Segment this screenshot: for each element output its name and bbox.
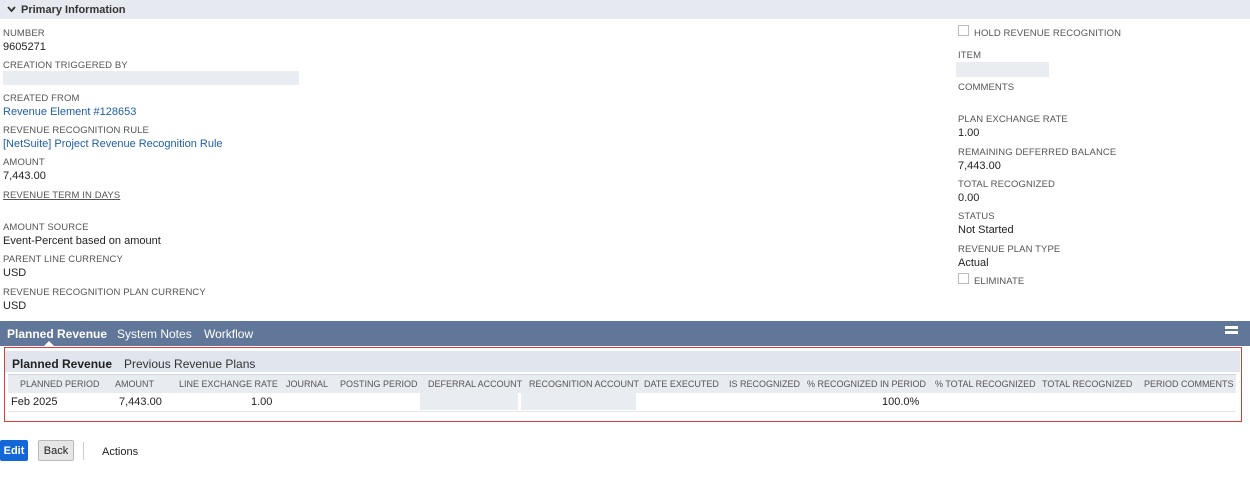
number-label: NUMBER: [3, 28, 45, 39]
primary-information-header[interactable]: Primary Information: [0, 0, 1250, 19]
remaining-deferred-balance-value: 7,443.00: [958, 160, 1001, 172]
hold-revenue-recognition-label: HOLD REVENUE RECOGNITION: [974, 28, 1122, 39]
col-date-executed[interactable]: DATE EXECUTED: [644, 379, 719, 389]
col-period-comments[interactable]: PERIOD COMMENTS: [1144, 379, 1234, 389]
status-label: STATUS: [958, 211, 995, 222]
col-journal[interactable]: JOURNAL: [286, 379, 328, 389]
field-total-recognized: TOTAL RECOGNIZED 0.00: [958, 179, 1055, 205]
col-recognition-account[interactable]: RECOGNITION ACCOUNT: [529, 379, 639, 389]
col-pct-total-recognized[interactable]: % TOTAL RECOGNIZED: [935, 379, 1036, 389]
revenue-recognition-rule-link[interactable]: [NetSuite] Project Revenue Recognition R…: [3, 137, 223, 151]
sublist-subtabs: Planned Revenue • Previous Revenue Plans: [5, 351, 1240, 372]
amount-source-label: AMOUNT SOURCE: [3, 222, 89, 233]
revenue-plan-type-value: Actual: [958, 257, 989, 269]
button-separator: [83, 442, 84, 460]
field-plan-exchange-rate: PLAN EXCHANGE RATE 1.00: [958, 114, 1068, 140]
col-line-exchange-rate[interactable]: LINE EXCHANGE RATE: [179, 379, 278, 389]
table-header: PLANNED PERIOD AMOUNT LINE EXCHANGE RATE…: [8, 374, 1236, 394]
field-amount: AMOUNT 7,443.00: [3, 157, 46, 183]
tab-system-notes[interactable]: System Notes: [117, 327, 192, 341]
hold-revenue-recognition-checkbox[interactable]: [958, 25, 969, 36]
field-created-from: CREATED FROM Revenue Element #128653: [3, 93, 136, 119]
field-remaining-deferred-balance: REMAINING DEFERRED BALANCE 7,443.00: [958, 147, 1116, 173]
amount-source-value: Event-Percent based on amount: [3, 235, 161, 247]
col-deferral-account[interactable]: DEFERRAL ACCOUNT: [428, 379, 522, 389]
col-total-recognized[interactable]: TOTAL RECOGNIZED: [1042, 379, 1132, 389]
item-redacted: [956, 62, 1049, 77]
section-title: Primary Information: [21, 3, 126, 16]
col-posting-period[interactable]: POSTING PERIOD: [340, 379, 418, 389]
field-revenue-recognition-rule: REVENUE RECOGNITION RULE [NetSuite] Proj…: [3, 125, 223, 151]
field-comments: COMMENTS: [958, 82, 1014, 94]
field-plan-currency: REVENUE RECOGNITION PLAN CURRENCY USD: [3, 287, 206, 313]
actions-menu[interactable]: Actions: [102, 446, 138, 458]
cell-planned-period: Feb 2025: [11, 396, 58, 408]
subtab-previous-revenue-plans[interactable]: Previous Revenue Plans: [124, 357, 255, 371]
revenue-recognition-rule-label: REVENUE RECOGNITION RULE: [3, 125, 149, 136]
field-status: STATUS Not Started: [958, 211, 1014, 237]
cell-deferral-account-redacted: [420, 393, 518, 410]
plan-exchange-rate-label: PLAN EXCHANGE RATE: [958, 114, 1068, 125]
parent-line-currency-value: USD: [3, 267, 27, 279]
plan-currency-value: USD: [3, 300, 27, 312]
subtab-bullet: •: [106, 359, 110, 369]
field-amount-source: AMOUNT SOURCE Event-Percent based on amo…: [3, 222, 161, 248]
total-recognized-label: TOTAL RECOGNIZED: [958, 179, 1055, 190]
cell-amount: 7,443.00: [119, 396, 162, 408]
col-is-recognized[interactable]: IS RECOGNIZED: [729, 379, 800, 389]
number-value: 9605271: [3, 41, 46, 53]
eliminate-label: ELIMINATE: [974, 276, 1025, 287]
table-row[interactable]: Feb 2025 7,443.00 1.00 100.0%: [8, 393, 1236, 412]
amount-label: AMOUNT: [3, 157, 45, 168]
field-number: NUMBER 9605271: [3, 28, 46, 54]
remaining-deferred-balance-label: REMAINING DEFERRED BALANCE: [958, 147, 1117, 158]
planned-revenue-sublist: Planned Revenue • Previous Revenue Plans…: [4, 347, 1242, 422]
field-revenue-plan-type: REVENUE PLAN TYPE Actual: [958, 244, 1060, 270]
field-item: ITEM: [958, 50, 981, 62]
revenue-plan-type-label: REVENUE PLAN TYPE: [958, 244, 1061, 255]
created-from-link[interactable]: Revenue Element #128653: [3, 105, 136, 119]
plan-exchange-rate-value: 1.00: [958, 127, 980, 139]
back-button[interactable]: Back: [38, 440, 74, 461]
tab-workflow[interactable]: Workflow: [204, 327, 253, 341]
plan-currency-label: REVENUE RECOGNITION PLAN CURRENCY: [3, 287, 206, 298]
cell-pct-recognized-in-period: 100.0%: [882, 396, 920, 408]
cell-recognition-account-redacted: [521, 393, 636, 410]
tab-planned-revenue[interactable]: Planned Revenue: [7, 327, 107, 341]
item-label: ITEM: [958, 50, 982, 61]
cell-line-exchange-rate: 1.00: [251, 396, 273, 408]
chevron-down-icon[interactable]: [6, 5, 16, 15]
col-amount[interactable]: AMOUNT: [115, 379, 154, 389]
comments-label: COMMENTS: [958, 82, 1015, 93]
edit-button[interactable]: Edit: [0, 440, 28, 461]
created-from-label: CREATED FROM: [3, 93, 80, 104]
creation-triggered-by-redacted: [3, 71, 299, 85]
field-hold-revenue-recognition: HOLD REVENUE RECOGNITION: [974, 28, 1121, 40]
col-planned-period[interactable]: PLANNED PERIOD: [20, 379, 100, 389]
field-revenue-term-in-days: REVENUE TERM IN DAYS: [3, 190, 120, 202]
revenue-term-in-days-label[interactable]: REVENUE TERM IN DAYS: [3, 190, 120, 202]
col-pct-recognized-in-period[interactable]: % RECOGNIZED IN PERIOD: [807, 379, 926, 389]
parent-line-currency-label: PARENT LINE CURRENCY: [3, 254, 123, 265]
subtab-planned-revenue[interactable]: Planned Revenue: [12, 357, 112, 371]
total-recognized-value: 0.00: [958, 192, 980, 204]
active-tab-indicator: [44, 341, 54, 346]
eliminate-checkbox[interactable]: [958, 273, 969, 284]
field-parent-line-currency: PARENT LINE CURRENCY USD: [3, 254, 123, 280]
amount-value: 7,443.00: [3, 170, 46, 182]
layout-menu-icon[interactable]: [1225, 326, 1238, 339]
field-eliminate: ELIMINATE: [974, 276, 1024, 288]
status-value: Not Started: [958, 224, 1014, 236]
